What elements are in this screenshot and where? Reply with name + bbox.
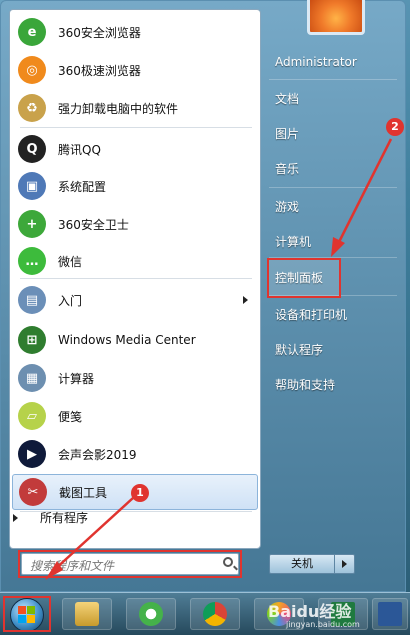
help-support-link[interactable]: 帮助和支持 (275, 376, 335, 393)
calculator-icon: ▦ (18, 364, 46, 392)
baidu-watermark-url: jingyan.baidu.com (286, 620, 360, 629)
chrome-icon (203, 602, 227, 626)
program-label: 便笺 (58, 409, 83, 424)
program-list-pane: e 360安全浏览器 ◎ 360极速浏览器 ♻ 强力卸载电脑中的软件 Q 腾讯QQ ▣ 系统配置 +… (9, 9, 261, 549)
separator (20, 278, 252, 279)
program-item-getting-started[interactable]: ▤ 入门 (12, 282, 258, 318)
program-label: 截图工具 (59, 485, 108, 500)
shutdown-button[interactable]: 关机 (269, 554, 335, 574)
360-speed-browser-icon: ◎ (18, 56, 46, 84)
computer-link[interactable]: 计算机 (275, 233, 311, 250)
games-link[interactable]: 游戏 (275, 198, 299, 215)
right-separator (269, 79, 397, 80)
devices-printers-link[interactable]: 设备和打印机 (275, 306, 347, 323)
word-icon (378, 602, 402, 626)
program-label: 系统配置 (58, 179, 107, 194)
program-item-360-browser[interactable]: e 360安全浏览器 (12, 14, 258, 50)
all-programs-button[interactable]: 所有程序 (13, 509, 88, 526)
program-item-uninstall-box[interactable]: ♻ 强力卸载电脑中的软件 (12, 90, 258, 126)
start-menu: e 360安全浏览器 ◎ 360极速浏览器 ♻ 强力卸载电脑中的软件 Q 腾讯QQ ▣ 系统配置 +… (0, 0, 406, 592)
program-item-calculator[interactable]: ▦ 计算器 (12, 360, 258, 396)
program-label: 微信 (58, 254, 83, 269)
documents-link[interactable]: 文档 (275, 90, 299, 107)
wechat-icon: … (18, 247, 46, 275)
right-separator (269, 187, 397, 188)
step-marker-1: 1 (131, 484, 149, 502)
media-center-icon: ⊞ (18, 326, 46, 354)
program-item-qq-penguin[interactable]: Q 腾讯QQ (12, 131, 258, 167)
taskbar-word-button[interactable] (372, 598, 408, 630)
program-item-system-config[interactable]: ▣ 系统配置 (12, 168, 258, 204)
program-item-360-speed-browser[interactable]: ◎ 360极速浏览器 (12, 52, 258, 88)
user-administrator-link[interactable]: Administrator (275, 55, 357, 69)
snipping-tool-icon: ✂ (19, 478, 47, 506)
program-label: Windows Media Center (58, 333, 196, 347)
program-label: 360安全浏览器 (58, 25, 141, 40)
program-item-media-center[interactable]: ⊞ Windows Media Center (12, 322, 258, 358)
all-programs-label: 所有程序 (40, 511, 89, 525)
program-label: 腾讯QQ (58, 142, 101, 157)
step-marker-2: 2 (386, 118, 404, 136)
program-item-videostudio[interactable]: ▶ 会声会影2019 (12, 436, 258, 472)
taskbar-explorer-button[interactable] (62, 598, 112, 630)
uninstall-box-icon: ♻ (18, 94, 46, 122)
shutdown-options-arrow[interactable] (335, 554, 355, 574)
sticky-notes-icon: ▱ (18, 402, 46, 430)
program-label: 强力卸载电脑中的软件 (58, 101, 179, 116)
program-item-wechat[interactable]: … 微信 (12, 243, 258, 279)
program-label: 会声会影2019 (58, 447, 137, 462)
folder-icon (75, 602, 99, 626)
360-browser-icon: e (18, 18, 46, 46)
program-label: 360安全卫士 (58, 217, 129, 232)
triangle-right-icon (13, 513, 18, 522)
getting-started-icon: ▤ (18, 286, 46, 314)
taskbar-chrome-button[interactable] (190, 598, 240, 630)
separator (20, 127, 252, 128)
360-safe-icon: + (18, 210, 46, 238)
qq-penguin-icon: Q (18, 135, 46, 163)
submenu-arrow-icon (243, 296, 248, 304)
search-highlight-box (18, 550, 242, 578)
program-label: 入门 (58, 293, 83, 308)
program-label: 计算器 (58, 371, 95, 386)
user-avatar-flower[interactable] (307, 0, 365, 35)
program-item-sticky-notes[interactable]: ▱ 便笺 (12, 398, 258, 434)
baidu-watermark: Baidu经验 (268, 602, 352, 621)
videostudio-icon: ▶ (18, 440, 46, 468)
music-link[interactable]: 音乐 (275, 160, 299, 177)
program-label: 360极速浏览器 (58, 63, 141, 78)
system-config-icon: ▣ (18, 172, 46, 200)
360-browser-icon (139, 602, 163, 626)
control-panel-highlight-box (267, 258, 341, 298)
default-programs-link[interactable]: 默认程序 (275, 341, 323, 358)
start-button-highlight-box (3, 596, 51, 632)
taskbar-360-browser-button[interactable] (126, 598, 176, 630)
pictures-link[interactable]: 图片 (275, 125, 299, 142)
program-item-360-safe[interactable]: +360安全卫士 (12, 206, 258, 242)
